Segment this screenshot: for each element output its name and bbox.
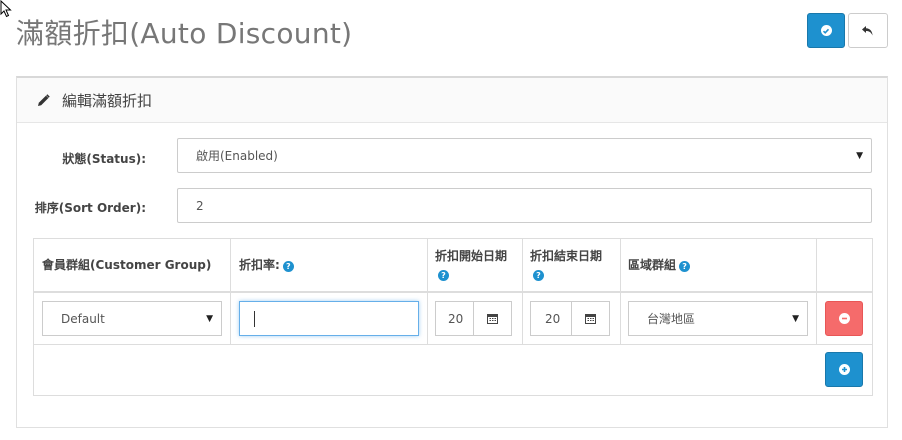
sort-order-label: 排序(Sort Order):: [34, 201, 146, 215]
add-row-button[interactable]: [825, 352, 863, 387]
page-title: 滿額折扣(Auto Discount): [16, 17, 353, 50]
save-button[interactable]: [807, 13, 845, 48]
minus-circle-icon: [838, 313, 850, 324]
help-icon[interactable]: ?: [282, 261, 294, 272]
region-group-value: 台灣地區: [647, 312, 696, 326]
th-region-group: 區域群組?: [628, 256, 691, 274]
customer-group-select[interactable]: Default ▼: [42, 301, 222, 336]
table-row-divider: [34, 344, 872, 345]
sort-order-value: 2: [196, 198, 204, 213]
end-date-value: 20: [545, 311, 561, 326]
caret-down-icon: ▼: [206, 313, 213, 324]
discount-table: 會員群組(Customer Group) 折扣率:? 折扣開始日期? 折扣結束日…: [33, 238, 873, 396]
help-icon[interactable]: ?: [438, 270, 449, 281]
status-select-value: 啟用(Enabled): [196, 149, 278, 163]
reply-icon: [862, 25, 873, 35]
pencil-icon: [38, 93, 50, 106]
edit-panel: 編輯滿額折扣 狀態(Status): 啟用(Enabled) ▼ 排序(Sort…: [16, 76, 888, 428]
text-cursor: [254, 310, 255, 327]
status-label: 狀態(Status):: [62, 152, 146, 166]
caret-down-icon: ▼: [792, 313, 799, 324]
th-start-date: 折扣開始日期?: [435, 249, 508, 281]
calendar-icon: [585, 314, 596, 324]
help-icon[interactable]: ?: [679, 261, 691, 272]
status-select[interactable]: 啟用(Enabled) ▼: [177, 138, 872, 173]
calendar-icon: [487, 314, 498, 324]
mouse-pointer-icon: [0, 0, 12, 18]
panel-title: 編輯滿額折扣: [62, 91, 153, 110]
back-button[interactable]: [848, 13, 888, 48]
start-date-value: 20: [448, 311, 464, 326]
th-end-date: 折扣結束日期?: [530, 249, 603, 281]
customer-group-value: Default: [61, 311, 105, 326]
remove-row-button[interactable]: [825, 301, 863, 336]
region-group-select[interactable]: 台灣地區 ▼: [628, 301, 808, 336]
help-icon[interactable]: ?: [533, 270, 544, 281]
sort-order-input[interactable]: 2: [177, 188, 872, 223]
end-date-input[interactable]: 20: [530, 301, 610, 336]
plus-circle-icon: [838, 364, 850, 375]
table-header-divider: [34, 291, 872, 293]
panel-heading: 編輯滿額折扣: [17, 78, 887, 123]
start-date-calendar-button[interactable]: [473, 302, 511, 335]
check-circle-icon: [820, 25, 832, 36]
th-discount-rate: 折扣率:?: [239, 256, 294, 274]
caret-down-icon: ▼: [856, 150, 863, 161]
start-date-input[interactable]: 20: [435, 301, 512, 336]
discount-rate-input[interactable]: [239, 301, 419, 336]
th-customer-group: 會員群組(Customer Group): [42, 258, 212, 272]
end-date-calendar-button[interactable]: [571, 302, 609, 335]
